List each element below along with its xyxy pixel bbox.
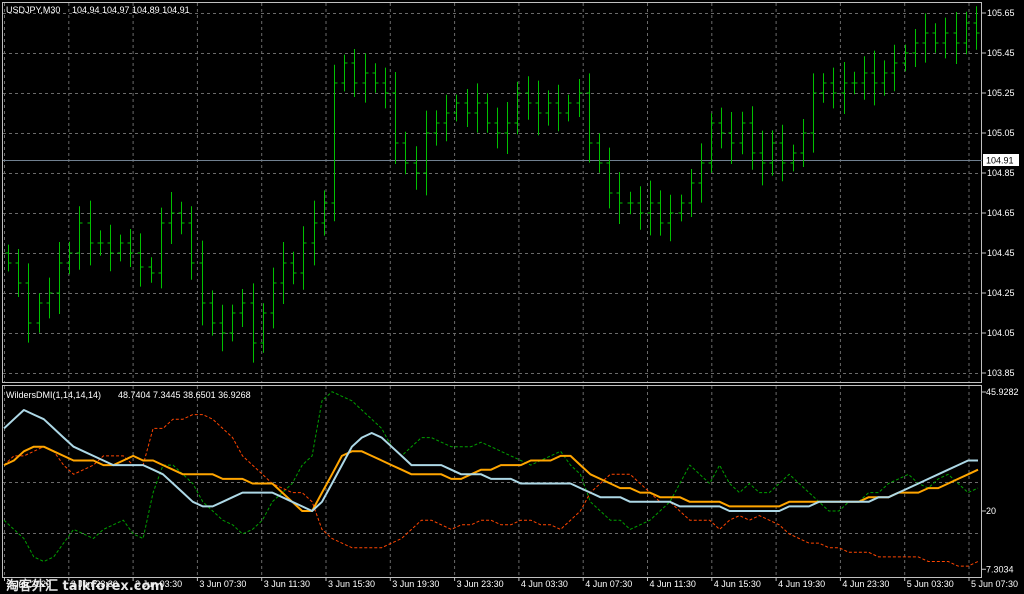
time-tick-label: 4 Jun 03:30 bbox=[521, 579, 568, 589]
time-tick-label: 3 Jun 23:30 bbox=[457, 579, 504, 589]
time-tick-label: 5 Jun 07:30 bbox=[971, 579, 1018, 589]
time-tick-label: 4 Jun 19:30 bbox=[778, 579, 825, 589]
price-tick-label: 104.05 bbox=[987, 328, 1015, 338]
time-tick-label: 5 Jun 03:30 bbox=[907, 579, 954, 589]
price-tick-label: 104.65 bbox=[987, 208, 1015, 218]
chart-symbol-label: USDJPY,M30 bbox=[6, 5, 60, 15]
price-tick-label: 105.45 bbox=[987, 48, 1015, 58]
time-tick-label: 3 Jun 15:30 bbox=[328, 579, 375, 589]
metatrader-chart-window[interactable]: 105.65 105.45 105.25 105.05 104.85 104.65 104.… bbox=[0, 0, 1024, 594]
current-price-label: 104.91 bbox=[986, 156, 1014, 166]
time-tick-label: 3 Jun 19:30 bbox=[392, 579, 439, 589]
chart-ohlc-values: 104.94 104.97 104.89 104.91 bbox=[72, 5, 190, 15]
time-tick-label: 4 Jun 11:30 bbox=[650, 579, 696, 589]
indicator-tick-label: 45.9282 bbox=[986, 387, 1019, 397]
indicator-tick-label: 20 bbox=[986, 506, 996, 516]
chart-canvas[interactable]: 105.65 105.45 105.25 105.05 104.85 104.65 104.… bbox=[0, 0, 1024, 594]
price-tick-label: 103.85 bbox=[987, 368, 1015, 378]
time-tick-label: 3 Jun 07:30 bbox=[199, 579, 246, 589]
time-tick-label: 4 Jun 15:30 bbox=[714, 579, 761, 589]
price-tick-label: 104.45 bbox=[987, 248, 1015, 258]
indicator-tick-label: 7.3034 bbox=[986, 564, 1014, 574]
watermark-logo: 淘客外汇 talkforex.com bbox=[6, 578, 164, 594]
price-tick-label: 105.25 bbox=[987, 88, 1015, 98]
time-tick-label: 4 Jun 07:30 bbox=[585, 579, 632, 589]
time-tick-label: 4 Jun 23:30 bbox=[842, 579, 889, 589]
indicator-values: 48.7404 7.3445 38.6501 36.9268 bbox=[118, 390, 251, 400]
price-tick-label: 104.25 bbox=[987, 288, 1015, 298]
indicator-title: WildersDMI(1,14,14,14) bbox=[6, 390, 101, 400]
price-tick-label: 105.65 bbox=[987, 8, 1015, 18]
price-tick-label: 105.05 bbox=[987, 128, 1015, 138]
price-tick-label: 104.85 bbox=[987, 168, 1015, 178]
time-tick-label: 3 Jun 11:30 bbox=[264, 579, 310, 589]
